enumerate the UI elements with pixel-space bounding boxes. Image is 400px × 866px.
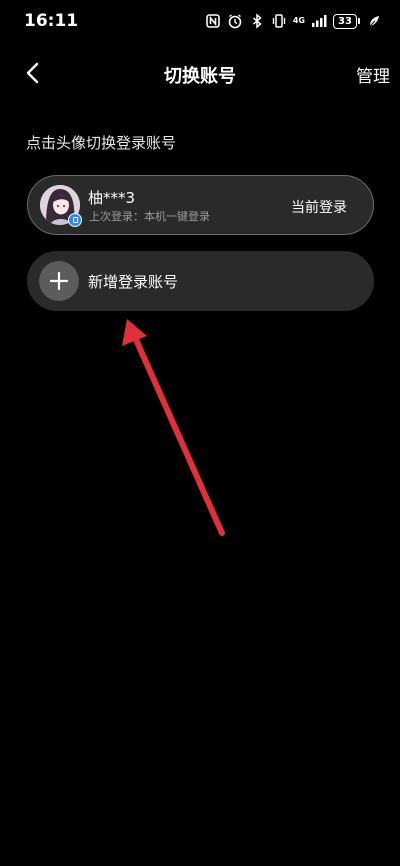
signal-icon — [311, 13, 327, 29]
status-time: 16:11 — [24, 11, 79, 31]
avatar-wrap[interactable] — [40, 185, 82, 227]
plus-icon — [39, 261, 79, 301]
header: 切换账号 管理 — [0, 50, 400, 96]
manage-button[interactable]: 管理 — [356, 62, 390, 87]
last-login-info: 上次登录：本机一键登录 — [89, 210, 210, 223]
current-login-label: 当前登录 — [291, 200, 347, 216]
nfc-icon — [205, 13, 221, 29]
current-account-card[interactable]: 柚***3 上次登录：本机一键登录 当前登录 — [27, 175, 374, 235]
add-account-button[interactable]: 新增登录账号 — [27, 251, 374, 311]
annotation-arrow — [122, 319, 225, 536]
network-type: 4G — [292, 16, 305, 25]
bluetooth-icon — [249, 13, 265, 29]
battery-indicator: 33 — [333, 13, 360, 29]
status-bar: 16:11 4G 33 — [0, 0, 400, 44]
phone-badge-icon — [68, 213, 82, 227]
switch-hint: 点击头像切换登录账号 — [26, 134, 177, 152]
battery-level: 33 — [333, 13, 357, 29]
leaf-icon — [366, 13, 382, 29]
add-account-label: 新增登录账号 — [88, 273, 179, 291]
alarm-icon — [227, 13, 243, 29]
status-icons: 4G 33 — [205, 13, 382, 29]
vibrate-icon — [271, 13, 287, 29]
battery-tip — [358, 18, 360, 24]
account-name: 柚***3 — [88, 189, 136, 207]
page-title: 切换账号 — [164, 66, 236, 87]
